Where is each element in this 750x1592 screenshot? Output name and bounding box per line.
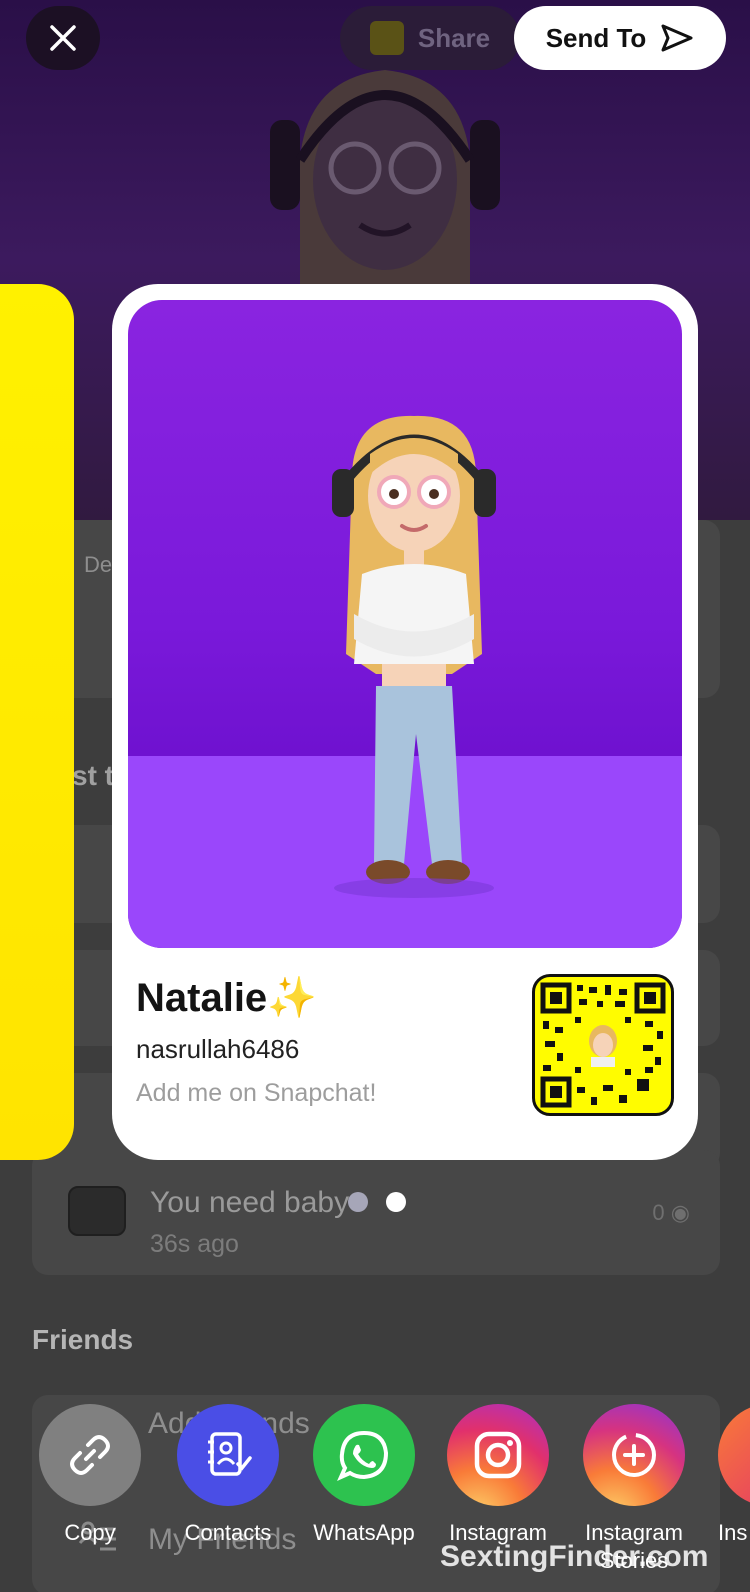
- story-timestamp: 36s ago: [150, 1230, 239, 1258]
- pager-dot[interactable]: [348, 1192, 368, 1212]
- pager-dot-active[interactable]: [386, 1192, 406, 1212]
- friends-section-title: Friends: [32, 1324, 134, 1355]
- card-hero-image: [128, 300, 682, 948]
- link-icon: [70, 1435, 110, 1475]
- story-title: You need baby: [150, 1186, 350, 1219]
- share-option-label: Ins: [718, 1520, 748, 1545]
- bitmoji-avatar: [332, 415, 496, 898]
- story-thumbnail: [68, 1186, 126, 1236]
- previous-share-card[interactable]: [0, 284, 74, 1160]
- instagram-stories-icon: [612, 1433, 656, 1477]
- contacts-icon: [208, 1432, 252, 1476]
- watermark: SextingFinder.com: [440, 1540, 709, 1573]
- snapcode[interactable]: [532, 974, 674, 1116]
- username: nasrullah6486: [136, 1034, 300, 1064]
- qr-code-icon: [540, 982, 666, 1108]
- snapcode-icon: [369, 21, 404, 55]
- whatsapp-icon: [337, 1430, 389, 1481]
- story-view-count: 0 ◉: [652, 1200, 690, 1225]
- send-arrow-icon: [661, 24, 693, 52]
- share-option-contacts[interactable]: Contacts: [160, 1404, 296, 1546]
- card-tagline: Add me on Snapchat!: [136, 1079, 377, 1107]
- share-option-instagram[interactable]: Instagram: [430, 1404, 566, 1546]
- close-icon: [50, 25, 76, 51]
- background-story-row: You need baby 36s ago 0 ◉: [32, 1150, 720, 1275]
- share-option-circle: [447, 1404, 549, 1506]
- send-to-label: Send To: [545, 22, 647, 53]
- share-option-instagram-more[interactable]: Ins: [700, 1404, 750, 1546]
- display-name: Natalie✨: [136, 976, 317, 1020]
- eye-icon: ◉: [670, 1200, 690, 1225]
- background-text-fragment: st t: [72, 760, 114, 791]
- background-avatar: [270, 70, 500, 290]
- instagram-icon: [474, 1431, 522, 1479]
- share-option-circle: [313, 1404, 415, 1506]
- share-option-label: Contacts: [184, 1520, 272, 1545]
- share-option-circle: [583, 1404, 685, 1506]
- profile-share-card[interactable]: Natalie✨ nasrullah6486 Add me on Snapcha…: [112, 284, 698, 1160]
- share-option-label: Copy: [64, 1520, 116, 1545]
- share-option-label: WhatsApp: [313, 1520, 415, 1545]
- send-to-button[interactable]: Send To: [514, 6, 726, 70]
- share-option-copy[interactable]: Copy: [22, 1404, 158, 1546]
- share-option-circle: [718, 1404, 750, 1506]
- background-text-fragment: De: [84, 552, 113, 577]
- share-button-label: Share: [417, 22, 491, 53]
- share-option-circle: [177, 1404, 279, 1506]
- share-button[interactable]: Share: [340, 6, 520, 70]
- share-option-whatsapp[interactable]: WhatsApp: [296, 1404, 432, 1546]
- carousel-pager: [348, 1192, 406, 1212]
- share-option-circle: [39, 1404, 141, 1506]
- close-button[interactable]: [26, 6, 100, 70]
